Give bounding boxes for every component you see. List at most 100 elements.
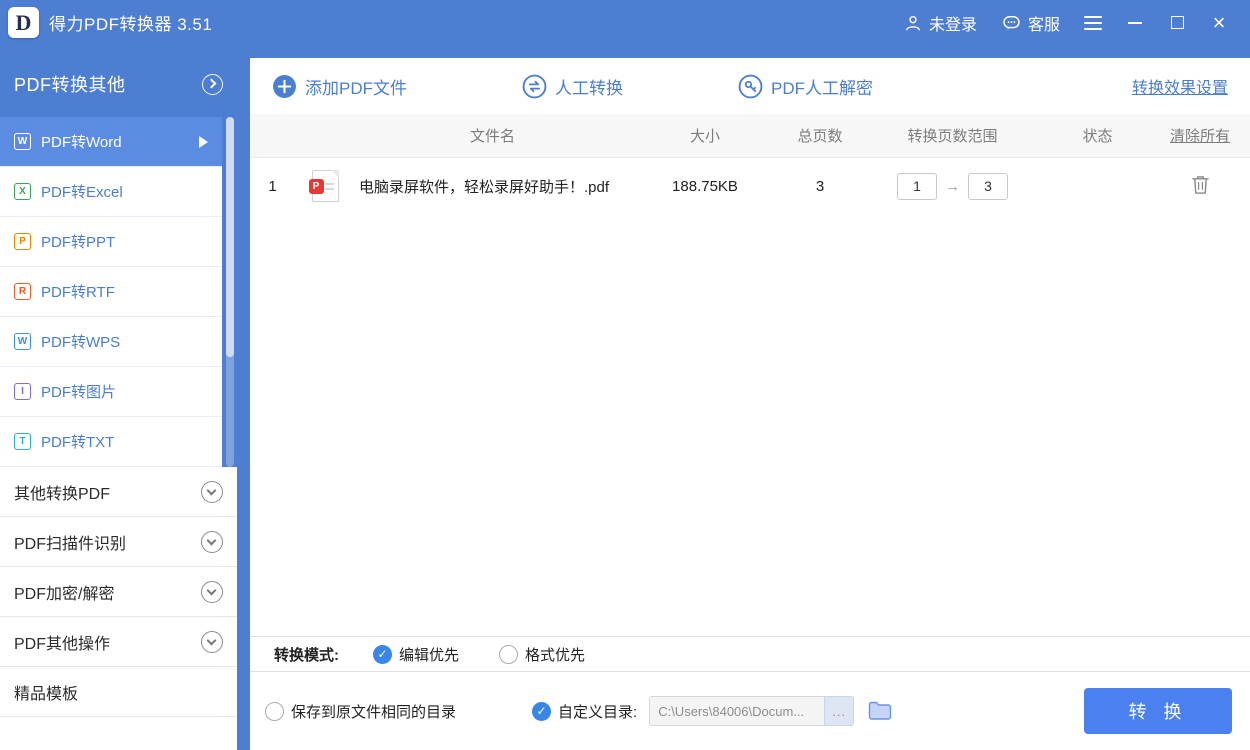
- sidebar-item-pdf-to-txt[interactable]: T PDF转TXT: [0, 417, 222, 467]
- clear-all-button[interactable]: 清除所有: [1170, 128, 1230, 145]
- plus-circle-icon: [273, 74, 296, 98]
- sidebar-item-pdf-to-wps[interactable]: W PDF转WPS: [0, 317, 222, 367]
- add-pdf-label: 添加PDF文件: [305, 78, 407, 98]
- header-status: 状态: [1082, 128, 1113, 145]
- open-folder-button[interactable]: [868, 701, 892, 721]
- output-options-bar: 保存到原文件相同的目录 ✓ 自定义目录: ...: [250, 672, 1250, 750]
- sidebar-item-label: PDF转WPS: [41, 334, 121, 351]
- manual-convert-label: 人工转换: [555, 78, 623, 98]
- sidebar-item-pdf-to-word[interactable]: W PDF转Word: [0, 117, 222, 167]
- customer-service-button[interactable]: 客服: [993, 7, 1068, 39]
- range-arrow: →: [945, 177, 960, 195]
- sidebar-item-pdf-to-rtf[interactable]: R PDF转RTF: [0, 267, 222, 317]
- maximize-icon: [1170, 16, 1184, 29]
- app-window: D 得力PDF转换器 3.51 未登录 客服 × PDF转换其他 W PDF转W…: [0, 0, 1250, 750]
- sidebar-item-label: PDF转Word: [41, 134, 122, 151]
- mode-format-priority-radio[interactable]: 格式优先: [499, 644, 585, 665]
- conversion-mode-bar: 转换模式: ✓ 编辑优先 格式优先: [250, 636, 1250, 672]
- sidebar-section-pdf-encrypt[interactable]: PDF加密/解密: [0, 567, 237, 617]
- sidebar-section-other-to-pdf[interactable]: 其他转换PDF: [0, 467, 237, 517]
- sidebar-item-label: PDF转图片: [41, 384, 117, 401]
- custom-dir-radio[interactable]: ✓ 自定义目录:: [532, 701, 637, 722]
- sidebar: PDF转换其他 W PDF转Word X PDF转Excel P PDF转PPT…: [0, 45, 237, 750]
- file-size: 188.75KB: [672, 177, 738, 195]
- radio-unchecked-icon: [265, 701, 284, 721]
- sidebar-item-pdf-to-excel[interactable]: X PDF转Excel: [0, 167, 222, 217]
- chevron-down-circle-icon: [201, 530, 223, 553]
- trash-icon: [1191, 175, 1209, 194]
- conversion-settings-link[interactable]: 转换效果设置: [1132, 74, 1228, 98]
- sidebar-item-label: PDF转RTF: [41, 284, 115, 301]
- sidebar-sections: 其他转换PDF PDF扫描件识别 PDF加密/解密 PDF其他操作 精品模板: [0, 467, 237, 750]
- sidebar-item-label: PDF转Excel: [41, 184, 123, 201]
- save-original-label: 保存到原文件相同的目录: [291, 703, 457, 721]
- sidebar-item-pdf-to-ppt[interactable]: P PDF转PPT: [0, 217, 222, 267]
- word-doc-icon: W: [14, 133, 31, 150]
- sidebar-header[interactable]: PDF转换其他: [0, 45, 237, 117]
- folder-icon: [868, 701, 892, 720]
- header-pages: 总页数: [797, 128, 843, 145]
- sidebar-scrollbar-thumb[interactable]: [226, 117, 234, 357]
- close-icon: ×: [1212, 9, 1226, 35]
- chevron-down-circle-icon: [201, 580, 223, 603]
- header-range: 转换页数范围: [907, 128, 998, 145]
- file-row: 1 P 电脑录屏软件，轻松录屏好助手！.pdf 188.75KB 3 1 → 3: [250, 158, 1250, 214]
- hamburger-icon: [1084, 15, 1102, 30]
- key-circle-icon: [738, 74, 763, 98]
- login-label: 未登录: [928, 16, 977, 34]
- custom-dir-label: 自定义目录:: [558, 703, 638, 721]
- menu-button[interactable]: [1076, 8, 1110, 38]
- convert-button[interactable]: 转 换: [1084, 688, 1232, 734]
- range-to-input[interactable]: [968, 172, 1008, 200]
- file-index: 1: [268, 177, 277, 195]
- maximize-button[interactable]: [1160, 8, 1194, 38]
- txt-doc-icon: T: [14, 433, 31, 450]
- range-from-input[interactable]: [897, 172, 937, 200]
- ppt-doc-icon: P: [14, 233, 31, 250]
- chevron-down-circle-icon: [201, 480, 223, 503]
- output-directory-input[interactable]: [649, 696, 825, 726]
- minimize-button[interactable]: [1118, 8, 1152, 38]
- manual-convert-button[interactable]: 人工转换: [522, 74, 623, 99]
- sidebar-section-pdf-ocr[interactable]: PDF扫描件识别: [0, 517, 237, 567]
- radio-checked-icon: ✓: [373, 644, 392, 664]
- app-logo-icon: D: [8, 7, 39, 38]
- sidebar-section-pdf-other-ops[interactable]: PDF其他操作: [0, 617, 237, 667]
- image-doc-icon: I: [14, 383, 31, 400]
- mode-format-label: 格式优先: [525, 646, 586, 664]
- section-label: 精品模板: [14, 685, 79, 703]
- file-total-pages: 3: [815, 177, 825, 195]
- titlebar-actions: 未登录 客服 ×: [895, 7, 1236, 39]
- header-filename: 文件名: [469, 128, 515, 145]
- active-arrow-icon: [199, 135, 208, 148]
- sidebar-section-templates[interactable]: 精品模板: [0, 667, 237, 717]
- section-label: 其他转换PDF: [14, 485, 111, 503]
- app-title: 得力PDF转换器 3.51: [49, 15, 213, 34]
- sidebar-menu: W PDF转Word X PDF转Excel P PDF转PPT R PDF转R…: [0, 117, 237, 467]
- delete-file-button[interactable]: [1191, 174, 1210, 195]
- file-list: 1 P 电脑录屏软件，轻松录屏好助手！.pdf 188.75KB 3 1 → 3: [250, 158, 1250, 636]
- save-original-dir-radio[interactable]: 保存到原文件相同的目录: [265, 701, 456, 722]
- browse-directory-button[interactable]: ...: [824, 696, 855, 726]
- file-name: 电脑录屏软件，轻松录屏好助手！.pdf: [359, 178, 610, 196]
- sidebar-item-pdf-to-image[interactable]: I PDF转图片: [0, 367, 222, 417]
- pdf-file-icon: P: [308, 170, 339, 202]
- table-header: 文件名 大小 总页数 转换页数范围 状态 清除所有: [250, 114, 1250, 158]
- section-label: PDF扫描件识别: [14, 535, 127, 553]
- login-button[interactable]: 未登录: [895, 7, 985, 39]
- manual-decrypt-button[interactable]: PDF人工解密: [738, 74, 873, 99]
- section-label: PDF其他操作: [14, 635, 111, 653]
- mode-edit-priority-radio[interactable]: ✓ 编辑优先: [373, 644, 459, 665]
- sidebar-scrollbar: [226, 117, 234, 467]
- add-pdf-button[interactable]: 添加PDF文件: [272, 74, 407, 99]
- close-button[interactable]: ×: [1202, 8, 1236, 38]
- excel-doc-icon: X: [14, 183, 31, 200]
- radio-checked-icon: ✓: [532, 701, 552, 721]
- main-outer: 添加PDF文件 人工转换 PDF人工解密 转换效果设置 文件名 大小 总页数 转…: [237, 45, 1250, 750]
- user-icon: [906, 15, 920, 30]
- header-size: 大小: [689, 128, 720, 145]
- manual-decrypt-label: PDF人工解密: [771, 78, 873, 98]
- customer-service-label: 客服: [1027, 16, 1060, 34]
- chevron-right-circle-icon[interactable]: [202, 73, 223, 95]
- chevron-down-circle-icon: [201, 630, 223, 653]
